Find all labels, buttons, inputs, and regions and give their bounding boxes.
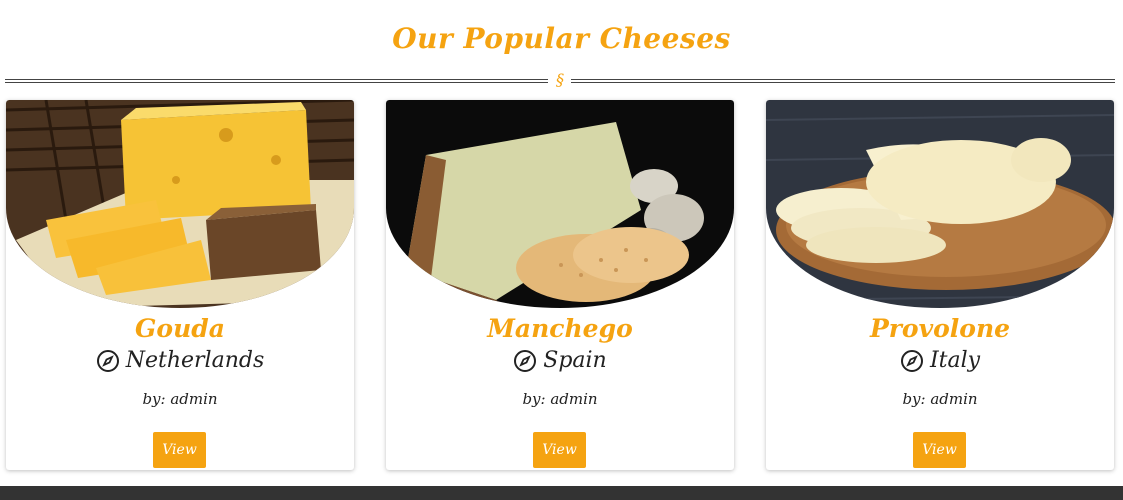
compass-icon [96,349,119,372]
divider-ornament: § [556,70,564,89]
cheese-card-gouda: Gouda Netherlands by: admin View [6,100,354,470]
cheese-card-provolone: Provolone Italy by: admin View [766,100,1114,470]
compass-icon [514,349,537,372]
footer-bar [0,486,1123,500]
cheese-author: by: admin [142,390,218,408]
divider-line-right [571,79,1115,83]
cheese-origin: Netherlands [6,348,354,373]
cheese-name[interactable]: Gouda [6,314,354,343]
divider-line-left [5,79,548,83]
view-button-manchego[interactable]: View [533,432,586,468]
section-title: Our Popular Cheeses [392,22,731,55]
cheese-image-provolone[interactable] [766,100,1114,308]
cheese-origin-label: Netherlands [125,348,265,373]
cheese-cards: Gouda Netherlands by: admin View Mancheg… [6,100,1116,470]
compass-icon [900,349,923,372]
page: Our Popular Cheeses § Gouda Netherlands … [0,0,1123,500]
cheese-image-gouda[interactable] [6,100,354,308]
cheese-origin: Spain [386,348,734,373]
view-button-gouda[interactable]: View [153,432,206,468]
cheese-name[interactable]: Manchego [386,314,734,343]
view-button-provolone[interactable]: View [913,432,966,468]
cheese-image-manchego[interactable] [386,100,734,308]
cheese-origin-label: Spain [543,348,607,373]
cheese-author: by: admin [522,390,598,408]
cheese-name[interactable]: Provolone [766,314,1114,343]
cheese-origin-label: Italy [929,348,981,373]
cheese-card-manchego: Manchego Spain by: admin View [386,100,734,470]
cheese-origin: Italy [766,348,1114,373]
cheese-author: by: admin [902,390,978,408]
title-divider: § [5,70,1115,89]
